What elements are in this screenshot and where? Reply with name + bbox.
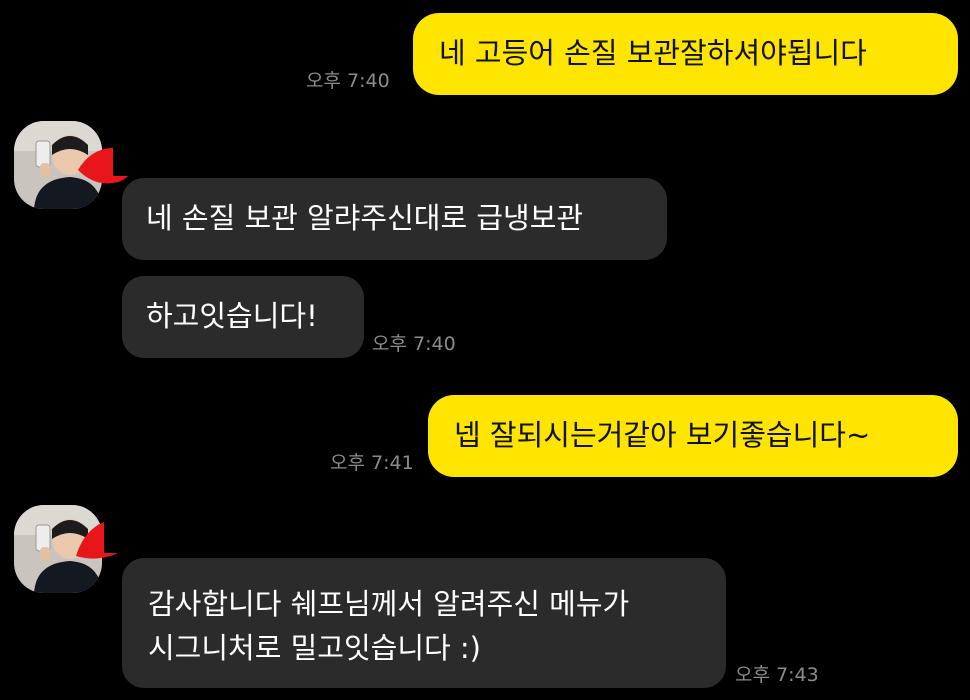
message-text-line: 시그니처로 밀고잇습니다 :): [148, 631, 482, 665]
message-text-line: 감사합니다 쉐프님께서 알려주신 메뉴가: [148, 587, 630, 621]
message-bubble-sent[interactable]: 넵 잘되시는거같아 보기좋습니다~: [428, 395, 958, 477]
message-text: 넵 잘되시는거같아 보기좋습니다~: [454, 418, 871, 452]
message-timestamp: 오후 7:41: [330, 452, 414, 474]
message-text: 하고잇습니다!: [146, 299, 318, 333]
redacted-name: [104, 473, 432, 553]
message-timestamp: 오후 7:40: [372, 333, 456, 355]
message-text: 네 고등어 손질 보관잘하셔야됩니다: [439, 36, 867, 70]
redacted-name: [113, 98, 421, 176]
message-bubble-received[interactable]: 하고잇습니다!: [122, 276, 364, 358]
message-text: 네 손질 보관 알랴주신대로 급냉보관: [146, 201, 584, 235]
message-timestamp: 오후 7:43: [735, 664, 819, 686]
message-bubble-received[interactable]: 감사합니다 쉐프님께서 알려주신 메뉴가 시그니처로 밀고잇습니다 :): [122, 558, 726, 688]
message-timestamp: 오후 7:40: [306, 70, 390, 92]
message-bubble-sent[interactable]: 네 고등어 손질 보관잘하셔야됩니다: [413, 13, 958, 95]
message-bubble-received[interactable]: 네 손질 보관 알랴주신대로 급냉보관: [122, 178, 667, 260]
